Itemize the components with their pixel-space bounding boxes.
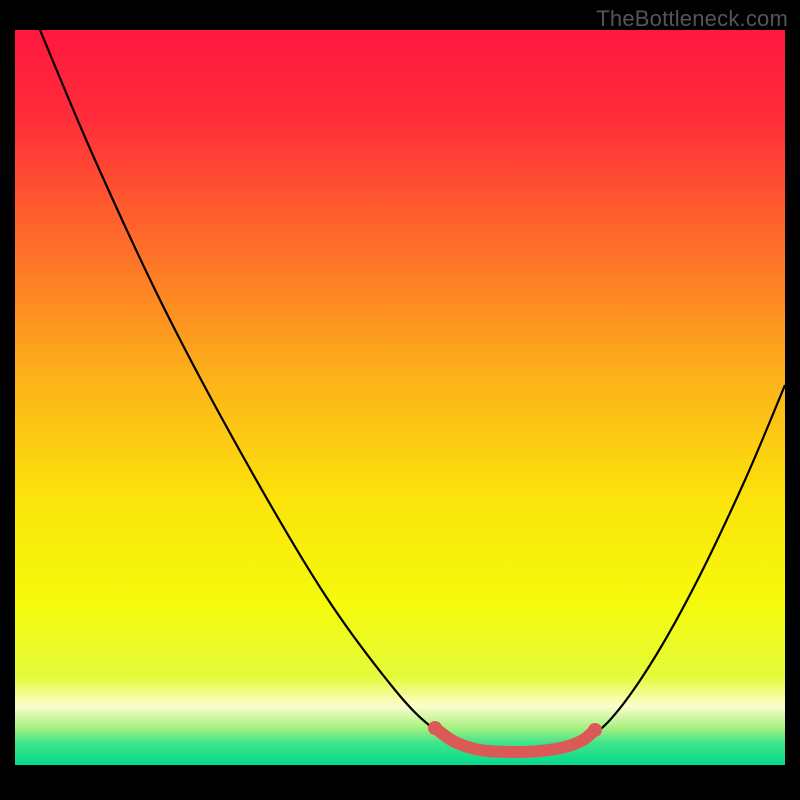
marker-endpoint	[428, 721, 442, 735]
marker-endpoint	[588, 723, 602, 737]
chart-container: TheBottleneck.com	[0, 0, 800, 800]
watermark-text: TheBottleneck.com	[596, 6, 788, 32]
bottleneck-chart	[0, 0, 800, 800]
gradient-background	[15, 30, 785, 765]
